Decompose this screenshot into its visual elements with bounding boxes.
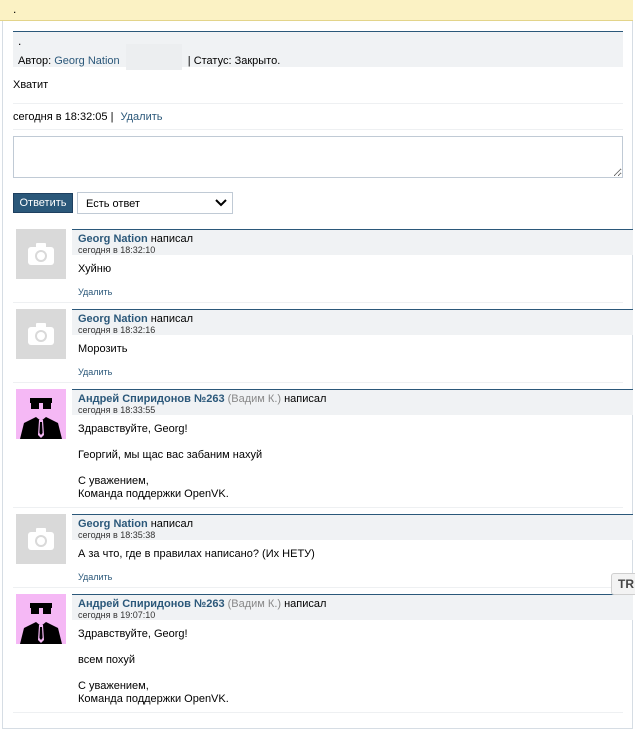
comment-wrote-label: написал [147,233,194,245]
footer-separator: | [110,111,114,123]
camera-placeholder-icon[interactable] [16,229,66,279]
author-link[interactable]: Georg Nation [54,55,119,67]
comment-item: Georg Nation написал сегодня в 18:32:10 Ху… [13,229,633,304]
ticket-title: . [13,2,17,16]
ticket-text: Хватит [13,79,49,91]
comment-wrote-label: написал [281,598,327,610]
ticket-subject: . [18,34,22,48]
divider [13,103,623,104]
chevron-down-icon [215,199,227,207]
author-label: Автор: [18,54,52,67]
ticket-date: сегодня в 18:32:05 [13,111,108,123]
camera-placeholder-icon[interactable] [16,514,66,564]
comment-wrote-label: написал [281,393,327,405]
divider [13,507,623,508]
comment-item: Андрей Спиридонов №263 (Вадим К.) написа… [13,594,633,714]
ticket-status: | Статус: Закрыто. [187,54,281,67]
comment-text: Здравствуйте, Georg! всем похуй С уважен… [78,628,229,705]
ticket-footer: сегодня в 18:32:05 | Удалить [13,111,162,123]
ticket-title-bar: . [0,0,633,21]
camera-placeholder-icon[interactable] [16,309,66,359]
translate-badge[interactable]: TR [611,573,635,595]
comment-text: Здравствуйте, Georg! Георгий, мы щас вас… [78,423,263,500]
reply-button[interactable]: Ответить [13,193,73,213]
comment-text: А за что, где в правилах написано? (Их Н… [78,548,315,560]
comment-author-line: Georg Nation написал [78,313,193,325]
comment-author-nick: (Вадим К.) [224,598,282,610]
divider [13,587,623,588]
comment-wrote-label: написал [147,313,194,325]
comment-header: Georg Nation написал сегодня в 18:35:38 [72,514,633,540]
redacted-area [125,44,182,70]
ticket-header: . Автор: Georg Nation | Статус: Закрыто. [13,31,623,70]
agent-avatar[interactable] [16,389,66,439]
agent-avatar[interactable] [16,594,66,644]
delete-comment-link[interactable]: Удалить [78,367,112,377]
delete-comment-link[interactable]: Удалить [78,287,112,297]
comment-date: сегодня в 18:33:55 [78,405,156,415]
comment-date: сегодня в 18:32:10 [78,245,156,255]
comment-header: Андрей Спиридонов №263 (Вадим К.) написа… [72,389,633,415]
ticket-meta: Автор: Georg Nation | Статус: Закрыто. [18,44,281,70]
comment-author-line: Georg Nation написал [78,518,193,530]
comment-header: Georg Nation написал сегодня в 18:32:16 [72,309,633,335]
comment-text: Хуйню [78,263,112,275]
comment-text: Морозить [78,343,128,355]
comment-author-link[interactable]: Georg Nation [78,233,148,245]
comment-header: Андрей Спиридонов №263 (Вадим К.) написа… [72,594,633,620]
comment-author-nick: (Вадим К.) [224,393,282,405]
comment-date: сегодня в 18:35:38 [78,530,156,540]
comment-author-line: Андрей Спиридонов №263 (Вадим К.) написа… [78,598,326,610]
comment-author-link[interactable]: Georg Nation [78,313,148,325]
comment-wrote-label: написал [147,518,194,530]
comment-author-line: Андрей Спиридонов №263 (Вадим К.) написа… [78,393,326,405]
comment-header: Georg Nation написал сегодня в 18:32:10 [72,229,633,255]
comment-date: сегодня в 18:32:16 [78,325,156,335]
comment-item: Georg Nation написал сегодня в 18:35:38 А … [13,514,633,589]
comment-author-line: Georg Nation написал [78,233,193,245]
status-select[interactable]: Есть ответ [77,192,233,214]
status-select-value: Есть ответ [86,198,140,210]
divider [13,302,623,303]
comment-author-link[interactable]: Андрей Спиридонов №263 [78,598,225,610]
delete-comment-link[interactable]: Удалить [78,572,112,582]
divider [13,129,623,130]
comment-date: сегодня в 19:07:10 [78,610,156,620]
comment-author-link[interactable]: Андрей Спиридонов №263 [78,393,225,405]
divider [13,382,623,383]
comment-author-link[interactable]: Georg Nation [78,518,148,530]
divider [13,712,623,713]
comment-item: Андрей Спиридонов №263 (Вадим К.) написа… [13,389,633,509]
reply-textarea[interactable] [13,136,623,178]
comment-item: Georg Nation написал сегодня в 18:32:16 Мо… [13,309,633,384]
delete-ticket-link[interactable]: Удалить [120,111,162,123]
